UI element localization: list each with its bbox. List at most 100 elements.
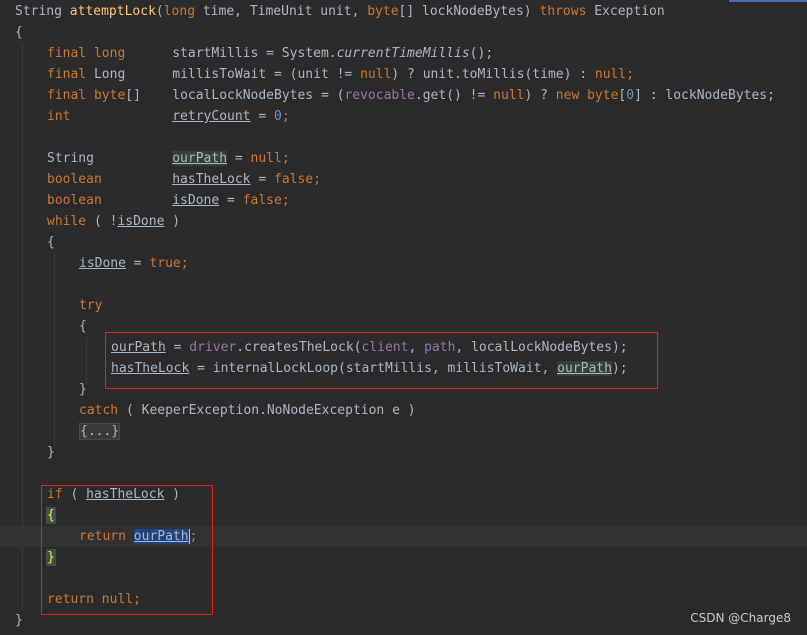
code-line-content: } (15, 610, 23, 631)
code-line[interactable]: {...} (0, 421, 807, 442)
code-token: isDone (79, 256, 126, 271)
code-token: client (361, 340, 409, 355)
code-token: isDone (172, 193, 220, 208)
code-line[interactable]: final long startMillis = System.currentT… (0, 43, 807, 64)
code-line[interactable] (0, 127, 807, 148)
code-editor[interactable]: String attemptLock(long time, TimeUnit u… (0, 0, 807, 635)
code-token: long (163, 4, 203, 19)
code-token: ( ! (93, 214, 118, 229)
code-line-content: { (47, 232, 55, 253)
watermark: CSDN @Charge8 (690, 611, 791, 625)
code-token: ); (611, 361, 628, 376)
code-line[interactable]: } (0, 547, 807, 568)
code-line[interactable]: final Long millisToWait = (unit != null)… (0, 64, 807, 85)
code-line-content: } (79, 379, 87, 400)
code-line[interactable]: return null; (0, 589, 807, 610)
code-token: hasTheLock (111, 361, 190, 376)
code-line-content: while ( !isDone ) (47, 211, 180, 232)
code-token: Exception (594, 4, 665, 19)
code-token: try (79, 298, 103, 313)
code-token: startMillis = System. (172, 46, 337, 61)
code-token: boolean (47, 172, 173, 187)
code-token: = (125, 256, 150, 271)
code-token: null (360, 67, 392, 82)
code-line[interactable]: { (0, 505, 807, 526)
code-token: ) ? (524, 88, 556, 103)
code-line-content: isDone = true; (79, 253, 189, 274)
code-line[interactable]: catch ( KeeperException.NoNodeException … (0, 400, 807, 421)
code-token: ourPath (557, 361, 612, 376)
code-line[interactable]: hasTheLock = internalLockLoop(startMilli… (0, 358, 807, 379)
code-line-content: {...} (79, 421, 121, 442)
code-token: final long (47, 46, 173, 61)
code-line[interactable]: { (0, 22, 807, 43)
code-line[interactable]: final byte[] localLockNodeBytes = (revoc… (0, 85, 807, 106)
code-token: ourPath (111, 340, 166, 355)
code-line[interactable] (0, 463, 807, 484)
code-token: null (594, 67, 627, 82)
code-token: [] (125, 88, 173, 103)
code-line[interactable]: String attemptLock(long time, TimeUnit u… (0, 1, 807, 22)
code-line[interactable]: return ourPath; (0, 526, 807, 547)
code-token: byte (587, 88, 619, 103)
code-token: ; (626, 67, 635, 82)
code-line-content: return ourPath; (79, 526, 197, 547)
code-line[interactable]: try (0, 295, 807, 316)
code-token: ourPath (172, 151, 228, 166)
code-token: ) (164, 214, 181, 229)
code-token: } (47, 445, 55, 460)
code-line-content: final long startMillis = System.currentT… (47, 43, 493, 64)
code-token: .get() != (414, 88, 494, 103)
code-token: false (274, 172, 314, 187)
code-token: , (408, 340, 425, 355)
code-token: int (47, 109, 173, 124)
code-line-content: ourPath = driver.createsTheLock(client , … (111, 337, 628, 358)
code-line[interactable]: ourPath = driver.createsTheLock(client , … (0, 337, 807, 358)
code-token: ) (164, 487, 181, 502)
code-line[interactable]: int retryCount = 0; (0, 106, 807, 127)
code-line[interactable]: { (0, 232, 807, 253)
code-line[interactable]: if ( hasTheLock ) (0, 484, 807, 505)
code-line[interactable]: } (0, 379, 807, 400)
code-line[interactable]: { (0, 316, 807, 337)
code-line-content: int retryCount = 0; (47, 106, 290, 127)
code-line[interactable]: while ( !isDone ) (0, 211, 807, 232)
code-token: boolean (47, 193, 173, 208)
code-line-content: { (46, 505, 56, 526)
code-token: while (47, 214, 94, 229)
code-line-content: try (79, 295, 102, 316)
code-token: ; (281, 151, 290, 166)
code-token: false (242, 193, 282, 208)
code-token: Long (93, 67, 173, 82)
code-token: true (149, 256, 181, 271)
code-token: , localLockNodeBytes); (455, 340, 628, 355)
code-line[interactable]: String ourPath = null; (0, 148, 807, 169)
code-token: return (79, 529, 134, 544)
code-line[interactable]: boolean isDone = false; (0, 190, 807, 211)
code-line[interactable]: boolean hasTheLock = false; (0, 169, 807, 190)
code-token: ; (133, 592, 141, 607)
code-line-content: final byte[] localLockNodeBytes = (revoc… (47, 85, 775, 106)
code-token: byte (93, 88, 126, 103)
code-line[interactable] (0, 274, 807, 295)
code-line[interactable]: } (0, 610, 807, 631)
code-token: currentTimeMillis (336, 46, 470, 61)
code-token: throws (539, 4, 595, 19)
code-token: (); (469, 46, 494, 61)
code-token: = (227, 151, 251, 166)
code-token: ) ? unit.toMillis(time) : (391, 67, 595, 82)
code-token: final (47, 88, 94, 103)
code-token: = (165, 340, 190, 355)
code-line[interactable]: isDone = true; (0, 253, 807, 274)
code-line[interactable]: } (0, 442, 807, 463)
code-token: ( KeeperException.NoNodeException e ) (125, 403, 416, 418)
code-line[interactable] (0, 568, 807, 589)
code-token: time, (202, 4, 250, 19)
code-token: localLockNodeBytes = ( (172, 88, 345, 103)
code-token: = (219, 193, 243, 208)
code-token: attemptLock (69, 4, 156, 19)
code-line-content: { (79, 316, 87, 337)
code-token: } (79, 382, 87, 397)
code-token: null (101, 592, 134, 607)
code-token: byte (367, 4, 399, 19)
